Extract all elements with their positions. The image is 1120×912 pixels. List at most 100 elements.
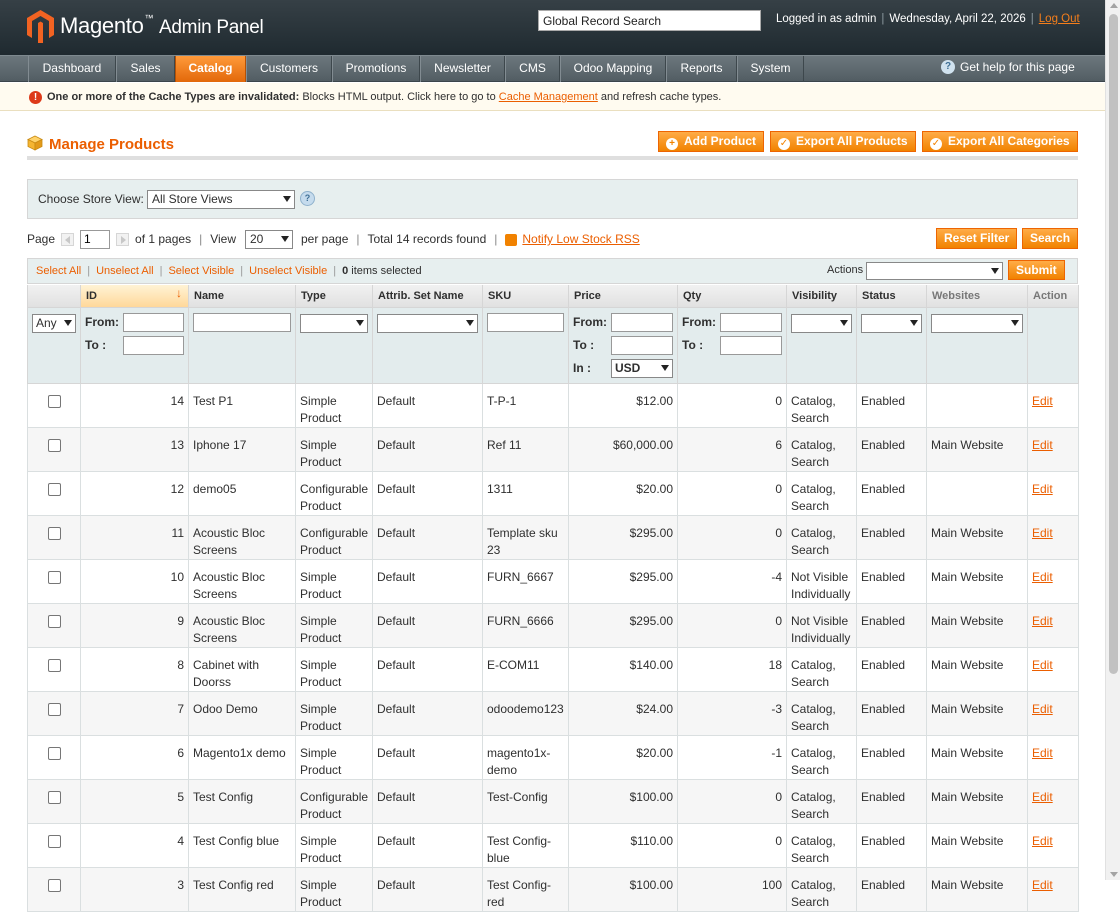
limit-select[interactable]: 20	[245, 229, 293, 249]
edit-link[interactable]: Edit	[1032, 526, 1053, 540]
currency-select[interactable]: USD	[611, 358, 673, 378]
visibility-filter-select[interactable]	[791, 313, 852, 333]
edit-link[interactable]: Edit	[1032, 834, 1053, 848]
type-filter-select[interactable]	[300, 313, 368, 333]
name-filter-input[interactable]	[193, 312, 291, 332]
table-row[interactable]: 5 Test Config Configurable Product Default T…	[27, 778, 1079, 824]
nav-catalog[interactable]: Catalog	[175, 56, 246, 82]
nav-cms[interactable]: CMS	[505, 56, 560, 82]
status-filter-select[interactable]	[861, 313, 922, 333]
logout-link[interactable]: Log Out	[1039, 13, 1080, 25]
store-view-select[interactable]: All Store Views	[147, 190, 295, 209]
row-checkbox[interactable]	[47, 614, 61, 628]
table-row[interactable]: 7 Odoo Demo Simple Product Default odoodemo1…	[27, 690, 1079, 736]
edit-link[interactable]: Edit	[1032, 570, 1053, 584]
prev-page-icon[interactable]	[61, 232, 75, 246]
reset-filter-button[interactable]: Reset Filter	[936, 228, 1018, 249]
id-from-input[interactable]	[123, 312, 184, 332]
col-visibility[interactable]: Visibility	[786, 285, 857, 308]
edit-link[interactable]: Edit	[1032, 394, 1053, 408]
select-all-link[interactable]: Select All	[36, 265, 81, 277]
magento-logo[interactable]: Magento™ Admin Panel	[27, 9, 264, 43]
col-price[interactable]: Price	[568, 285, 678, 308]
col-id[interactable]: ID ↓	[80, 285, 189, 308]
logged-in-text: Logged in as admin	[776, 13, 877, 25]
table-row[interactable]: 9 Acoustic Bloc Screens Simple Product Defa…	[27, 602, 1079, 648]
row-checkbox[interactable]	[47, 702, 61, 716]
row-checkbox[interactable]	[47, 658, 61, 672]
row-checkbox[interactable]	[47, 834, 61, 848]
nav-newsletter[interactable]: Newsletter	[420, 56, 505, 82]
actions-select[interactable]	[866, 262, 1003, 280]
col-qty[interactable]: Qty	[677, 285, 787, 308]
add-product-button[interactable]: + Add Product	[658, 131, 764, 152]
nav-sales[interactable]: Sales	[116, 56, 175, 82]
nav-system[interactable]: System	[737, 56, 804, 82]
cell-status: Enabled	[856, 426, 927, 472]
col-sku[interactable]: SKU	[482, 285, 569, 308]
unselect-visible-link[interactable]: Unselect Visible	[249, 265, 327, 277]
unselect-all-link[interactable]: Unselect All	[96, 265, 153, 277]
sku-filter-input[interactable]	[487, 312, 564, 332]
edit-link[interactable]: Edit	[1032, 790, 1053, 804]
row-checkbox[interactable]	[47, 526, 61, 540]
table-row[interactable]: 14 Test P1 Simple Product Default T-P-1 $12.0…	[27, 382, 1079, 428]
edit-link[interactable]: Edit	[1032, 658, 1053, 672]
search-button[interactable]: Search	[1022, 228, 1079, 249]
table-row[interactable]: 11 Acoustic Bloc Screens Configurable Prod…	[27, 514, 1079, 560]
global-search-input[interactable]	[538, 10, 761, 31]
table-row[interactable]: 12 demo05 Configurable Product Default 1311 $…	[27, 470, 1079, 516]
page-number-input[interactable]	[80, 229, 111, 249]
row-checkbox[interactable]	[47, 482, 61, 496]
next-page-icon[interactable]	[116, 232, 130, 246]
low-stock-rss-link[interactable]: Notify Low Stock RSS	[522, 232, 639, 246]
col-type[interactable]: Type	[295, 285, 373, 308]
col-attrib-set[interactable]: Attrib. Set Name	[372, 285, 483, 308]
nav-customers[interactable]: Customers	[246, 56, 332, 82]
nav-reports[interactable]: Reports	[666, 56, 737, 82]
scroll-down-icon[interactable]	[1110, 872, 1118, 877]
col-status[interactable]: Status	[856, 285, 927, 308]
edit-link[interactable]: Edit	[1032, 614, 1053, 628]
table-row[interactable]: 3 Test Config red Simple Product Default Tes…	[27, 866, 1079, 912]
nav-dashboard[interactable]: Dashboard	[28, 56, 116, 82]
id-to-input[interactable]	[123, 335, 184, 355]
row-checkbox[interactable]	[47, 570, 61, 584]
export-categories-button[interactable]: ✓ Export All Categories	[922, 131, 1078, 152]
table-row[interactable]: 13 Iphone 17 Simple Product Default Ref 11 $6…	[27, 426, 1079, 472]
submit-button[interactable]: Submit	[1008, 260, 1065, 280]
row-checkbox[interactable]	[47, 438, 61, 452]
qty-from-input[interactable]	[720, 312, 782, 332]
scroll-thumb[interactable]	[1109, 14, 1118, 674]
price-from-input[interactable]	[611, 312, 673, 332]
row-checkbox[interactable]	[47, 790, 61, 804]
table-row[interactable]: 4 Test Config blue Simple Product Default Te…	[27, 822, 1079, 868]
table-row[interactable]: 6 Magento1x demo Simple Product Default mage…	[27, 734, 1079, 780]
row-checkbox[interactable]	[47, 394, 61, 408]
price-to-input[interactable]	[611, 335, 673, 355]
table-row[interactable]: 10 Acoustic Bloc Screens Simple Product Def…	[27, 558, 1079, 604]
logo-brand: Magento	[60, 13, 144, 38]
edit-link[interactable]: Edit	[1032, 438, 1053, 452]
scroll-up-icon[interactable]	[1110, 3, 1118, 8]
nav-promotions[interactable]: Promotions	[332, 56, 420, 82]
help-icon[interactable]: ?	[300, 191, 315, 206]
col-name[interactable]: Name	[188, 285, 296, 308]
edit-link[interactable]: Edit	[1032, 746, 1053, 760]
massaction-filter-select[interactable]: Any	[32, 313, 76, 333]
edit-link[interactable]: Edit	[1032, 702, 1053, 716]
cell-sku: FURN_6666	[482, 602, 569, 648]
select-visible-link[interactable]: Select Visible	[168, 265, 234, 277]
page-scrollbar[interactable]	[1105, 0, 1120, 880]
export-products-button[interactable]: ✓ Export All Products	[770, 131, 916, 152]
attrib-filter-select[interactable]	[377, 313, 478, 333]
edit-link[interactable]: Edit	[1032, 482, 1053, 496]
help-link[interactable]: ? Get help for this page	[941, 60, 1075, 74]
websites-filter-select[interactable]	[931, 313, 1023, 333]
row-checkbox[interactable]	[47, 878, 61, 892]
qty-to-input[interactable]	[720, 335, 782, 355]
table-row[interactable]: 8 Cabinet with Doorss Simple Product Defaul…	[27, 646, 1079, 692]
nav-odoo-mapping[interactable]: Odoo Mapping	[560, 56, 666, 82]
row-checkbox[interactable]	[47, 746, 61, 760]
cache-management-link[interactable]: Cache Management	[499, 91, 598, 103]
